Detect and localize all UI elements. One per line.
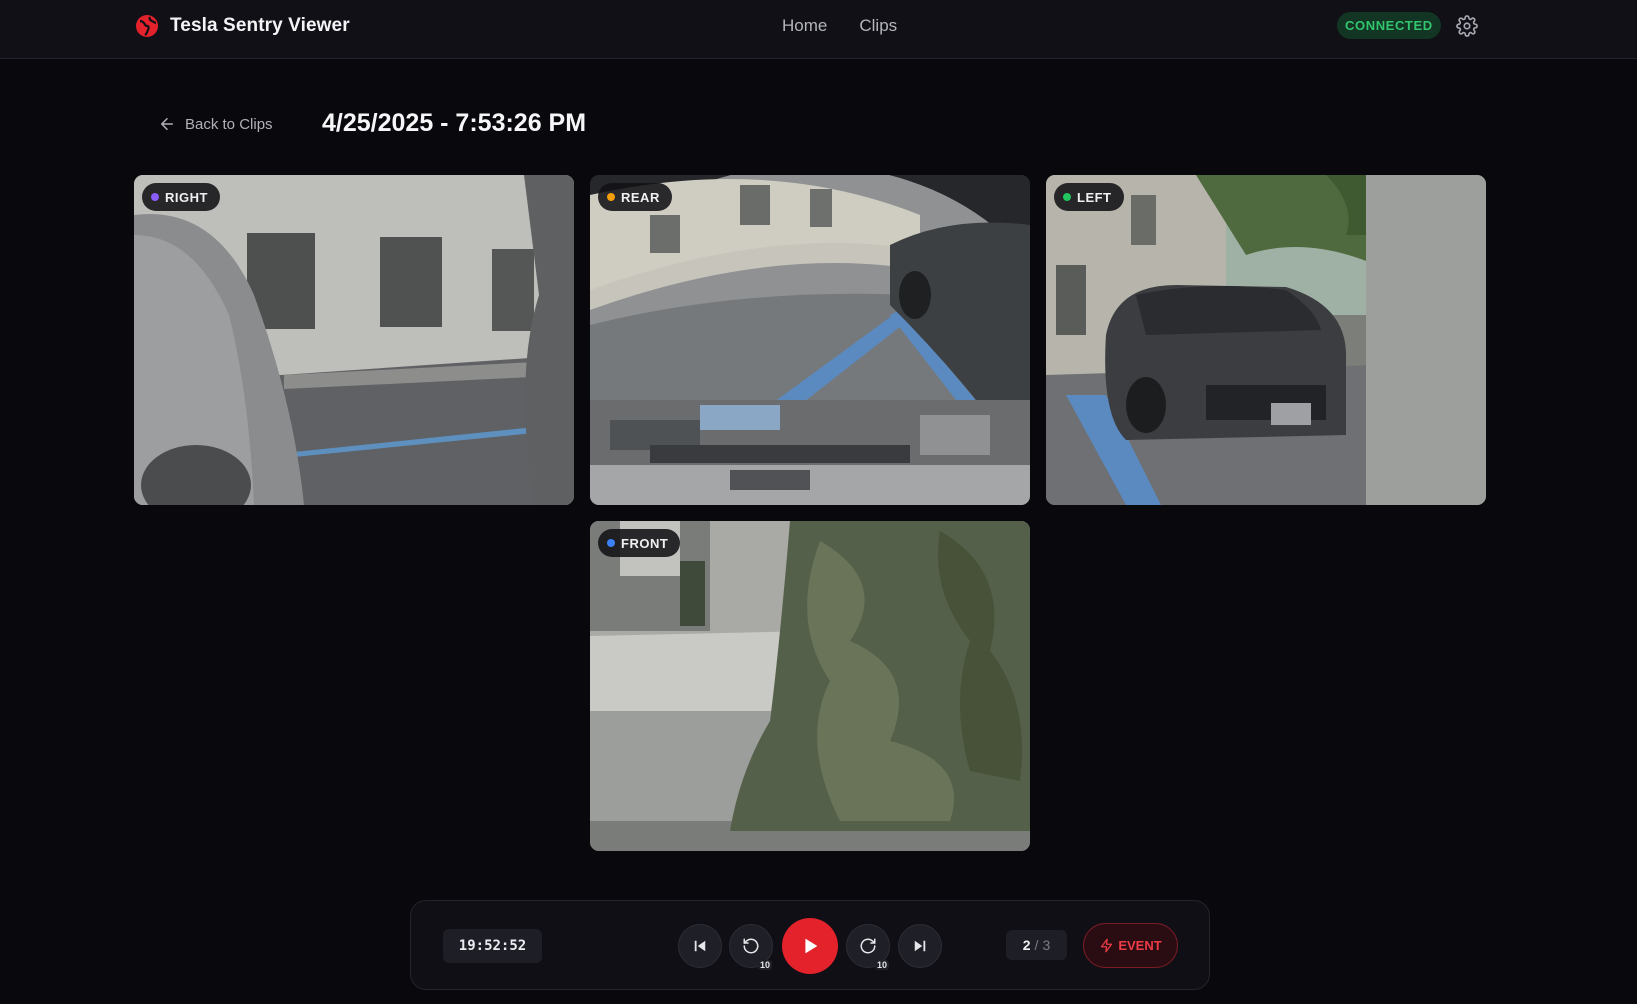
camera-label-front: FRONT	[621, 535, 669, 551]
camera-badge-rear: REAR	[598, 183, 672, 211]
camera-dot-rear	[607, 193, 615, 201]
segment-current: 2	[1022, 937, 1031, 953]
camera-badge-right: RIGHT	[142, 183, 220, 211]
next-clip-button[interactable]	[898, 924, 942, 968]
segment-counter: 2 / 3	[1006, 930, 1067, 960]
top-bar: Tesla Sentry Viewer Home Clips CONNECTED	[0, 0, 1637, 59]
back-to-clips-link[interactable]: Back to Clips	[158, 115, 273, 133]
camera-view-rear[interactable]: REAR	[590, 175, 1030, 505]
segment-total: 3	[1042, 937, 1051, 953]
globe-logo-icon	[136, 15, 158, 37]
camera-view-front[interactable]: FRONT	[590, 521, 1030, 851]
gear-icon[interactable]	[1456, 15, 1478, 37]
left-camera-frame	[1046, 175, 1486, 505]
connection-status-badge: CONNECTED	[1337, 12, 1441, 39]
play-button[interactable]	[782, 918, 838, 974]
segment-separator: /	[1034, 937, 1039, 953]
main-nav: Home Clips	[782, 16, 897, 36]
brand[interactable]: Tesla Sentry Viewer	[135, 14, 350, 38]
rear-camera-frame	[590, 175, 1030, 505]
nav-clips[interactable]: Clips	[859, 16, 897, 36]
playback-time: 19:52:52	[443, 929, 542, 963]
camera-label-rear: REAR	[621, 189, 660, 205]
nav-home[interactable]: Home	[782, 16, 827, 36]
camera-dot-front	[607, 539, 615, 547]
app-title: Tesla Sentry Viewer	[170, 15, 350, 36]
play-icon	[805, 938, 818, 954]
camera-view-left[interactable]: LEFT	[1046, 175, 1486, 505]
skip-next-icon	[914, 940, 926, 952]
clip-title: 4/25/2025 - 7:53:26 PM	[322, 109, 587, 137]
front-camera-frame	[590, 521, 1030, 851]
back-label: Back to Clips	[185, 115, 273, 133]
camera-label-left: LEFT	[1077, 189, 1112, 205]
forward-10-button[interactable]: 10	[846, 924, 890, 970]
camera-label-right: RIGHT	[165, 189, 208, 205]
player-control-bar: 19:52:52 10 10 2 / 3 EVENT	[410, 900, 1210, 990]
camera-view-right[interactable]: RIGHT	[134, 175, 574, 505]
lightning-icon	[1101, 938, 1113, 953]
rewind-seconds: 10	[757, 960, 772, 970]
forward-seconds: 10	[874, 960, 889, 970]
camera-dot-left	[1063, 193, 1071, 201]
rewind-10-button[interactable]: 10	[729, 924, 773, 970]
rewind-10-icon	[743, 938, 759, 954]
previous-clip-button[interactable]	[678, 924, 722, 968]
skip-previous-icon	[694, 940, 706, 952]
right-camera-frame	[134, 175, 574, 505]
event-label: EVENT	[1118, 938, 1162, 953]
event-button[interactable]: EVENT	[1083, 923, 1178, 968]
camera-dot-right	[151, 193, 159, 201]
camera-badge-front: FRONT	[598, 529, 681, 557]
arrow-left-icon	[161, 118, 173, 130]
camera-badge-left: LEFT	[1054, 183, 1124, 211]
forward-10-icon	[860, 938, 876, 954]
